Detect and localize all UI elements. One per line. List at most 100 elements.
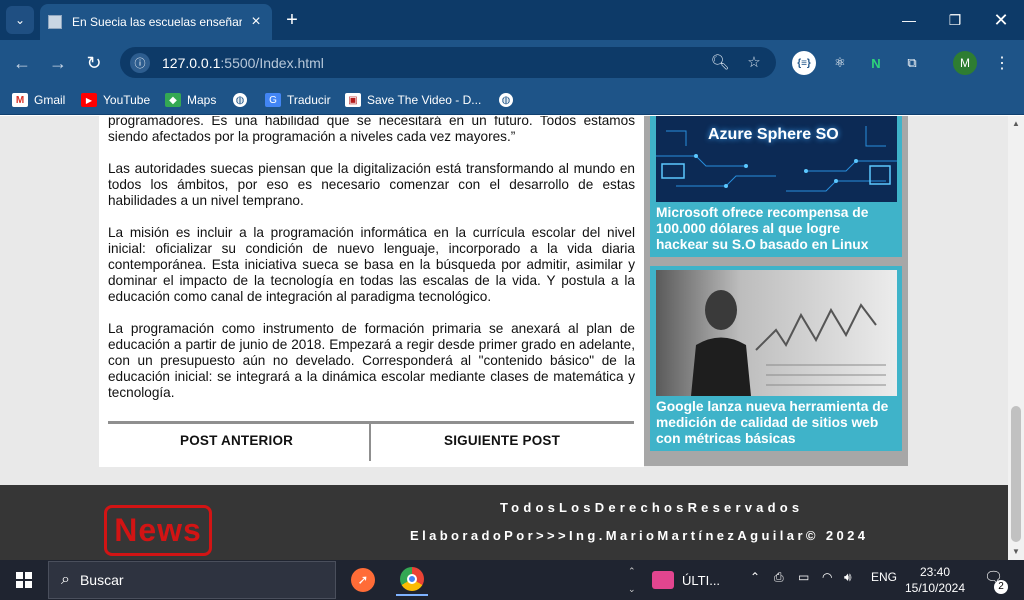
bookmark-traducir[interactable]: G Traducir (265, 91, 331, 109)
extension-n-icon[interactable]: N (864, 51, 888, 75)
new-tab-button[interactable]: + (280, 8, 304, 32)
article-paragraph: programadores. Es una habilidad que se n… (108, 116, 635, 144)
youtube-icon: ▶ (81, 93, 97, 107)
news-logo[interactable]: News (104, 505, 212, 556)
sidebar: Azure Sphere SO Microsoft ofrece recompe… (644, 116, 908, 466)
minimize-button[interactable]: — (886, 0, 932, 40)
clock-time: 23:40 (919, 565, 951, 579)
tab-title: En Suecia las escuelas enseñará (72, 15, 242, 29)
window-close-button[interactable]: ✕ (978, 0, 1024, 40)
active-tab[interactable]: En Suecia las escuelas enseñará × (40, 4, 272, 40)
bookmark-label: Maps (187, 93, 217, 107)
taskbar-app-chrome[interactable] (396, 564, 428, 596)
react-devtools-icon[interactable]: ⚛ (828, 51, 852, 75)
more-menu-icon[interactable]: ⋮ (990, 51, 1014, 75)
windows-logo-icon (25, 581, 32, 588)
page-footer: News TodosLosDerechosReservados Elaborad… (0, 485, 1008, 560)
man-with-chart-image (656, 270, 897, 396)
bookmark-star-icon[interactable]: ☆ (744, 52, 764, 72)
battery-icon[interactable]: ▭ (798, 570, 809, 584)
search-placeholder: Buscar (79, 572, 124, 588)
page-scrollbar[interactable]: ▲ ▼ (1008, 116, 1024, 560)
news-card-title[interactable]: Google lanza nueva herramienta de medici… (656, 396, 896, 451)
scroll-down-arrow-icon[interactable]: ▼ (1008, 544, 1024, 558)
divider (108, 421, 634, 424)
notification-badge: 2 (994, 580, 1008, 594)
globe-icon: ◍ (233, 93, 247, 107)
thumbnail-caption: Azure Sphere SO (708, 126, 839, 143)
page-favicon-icon (48, 15, 62, 29)
profile-avatar[interactable]: M (953, 51, 977, 75)
minimize-icon: — (902, 12, 916, 28)
bookmark-globe-1[interactable]: ◍ (233, 91, 253, 109)
volume-icon[interactable]: 🔊︎ (844, 570, 852, 585)
bookmarks-bar: M Gmail ▶ YouTube ◆ Maps ◍ G Traducir ▣ … (0, 85, 1024, 115)
bookmark-savethevideo[interactable]: ▣ Save The Video - D... (345, 91, 481, 109)
bookmark-label: Save The Video - D... (367, 93, 482, 107)
bookmark-label: Traducir (287, 93, 331, 107)
url-path: :5500/Index.html (220, 54, 324, 71)
author-credit: ElaboradoPor>>>Ing.MarioMartínezAguilar©… (410, 528, 869, 543)
bookmark-maps[interactable]: ◆ Maps (165, 91, 216, 109)
divider (369, 424, 371, 461)
windows-logo-icon (16, 572, 23, 579)
gmail-icon: M (12, 93, 28, 107)
windows-logo-icon (25, 572, 32, 579)
postman-icon: ➚ (351, 568, 375, 592)
news-card-title[interactable]: Microsoft ofrece recompensa de 100.000 d… (656, 202, 896, 257)
restore-button[interactable]: ❐ (932, 0, 978, 40)
reload-icon: ↻ (86, 52, 102, 73)
meet-icon[interactable]: ⎙ (774, 570, 784, 585)
show-hidden-icons-icon[interactable]: ⌃ (750, 570, 760, 584)
logo-text: News (114, 512, 202, 548)
taskbar-app-label: ÚLTI... (682, 572, 721, 588)
taskbar-scroll-icon[interactable]: ⌃ ⌄ (628, 562, 636, 598)
copyright-text: TodosLosDerechosReservados (500, 500, 804, 515)
bookmark-youtube[interactable]: ▶ YouTube (81, 91, 150, 109)
article-paragraph: La programación como instrumento de form… (108, 321, 635, 400)
taskbar-search[interactable]: ⌕ Buscar (48, 561, 336, 599)
savethevideo-icon: ▣ (345, 93, 361, 107)
tab-search-button[interactable]: ⌄ (6, 6, 34, 34)
article-body: programadores. Es una habilidad que se n… (99, 116, 644, 466)
tab-strip: ⌄ En Suecia las escuelas enseñará × + — … (0, 0, 1024, 40)
bookmark-label: YouTube (103, 93, 151, 107)
zoom-icon[interactable]: 🔍︎ (710, 52, 730, 72)
bookmark-label: Gmail (34, 93, 66, 107)
input-language[interactable]: ENG (871, 570, 897, 584)
back-button[interactable]: ← (9, 50, 35, 76)
windows-taskbar: ⌕ Buscar ➚ ⌃ ⌄ ÚLTI... ⌃ ⎙ ▭ ◠ 🔊︎ ENG 23:… (0, 560, 1024, 600)
previous-post-button[interactable]: POST ANTERIOR (180, 433, 293, 448)
next-post-button[interactable]: SIGUIENTE POST (444, 433, 560, 448)
close-icon: ✕ (993, 9, 1009, 30)
news-card[interactable]: Google lanza nueva herramienta de medici… (650, 266, 902, 451)
reload-button[interactable]: ↻ (81, 50, 107, 76)
extensions-puzzle-icon[interactable]: ⧉ (900, 51, 924, 75)
bookmark-globe-2[interactable]: ◍ (499, 91, 519, 109)
post-navigation: POST ANTERIOR SIGUIENTE POST (99, 421, 644, 467)
news-widget-icon (652, 571, 674, 589)
windows-logo-icon (16, 581, 23, 588)
site-info-icon[interactable]: ⓘ (130, 52, 150, 73)
extension-json-icon[interactable]: {≡} (792, 51, 816, 75)
wifi-icon[interactable]: ◠ (822, 570, 832, 584)
bookmark-gmail[interactable]: M Gmail (12, 91, 65, 109)
system-clock[interactable]: 23:40 15/10/2024 (902, 564, 968, 596)
windows-start-button[interactable] (8, 568, 40, 592)
translate-icon: G (265, 93, 281, 107)
taskbar-app-news[interactable]: ÚLTI... (652, 564, 742, 596)
arrow-right-icon: → (49, 52, 67, 73)
toolbar: ← → ↻ ⓘ 127.0.0.1:5500/Index.html 🔍︎ ☆ {… (0, 40, 1024, 85)
taskbar-app-postman[interactable]: ➚ (347, 564, 379, 596)
address-bar[interactable]: ⓘ 127.0.0.1:5500/Index.html 🔍︎ ☆ (120, 47, 776, 78)
close-icon[interactable]: × (248, 13, 264, 31)
search-icon: ⌕ (61, 571, 70, 588)
forward-button[interactable]: → (45, 50, 71, 76)
scroll-up-arrow-icon[interactable]: ▲ (1008, 116, 1024, 130)
url-host: 127.0.0.1 (162, 54, 221, 71)
clock-date: 15/10/2024 (904, 581, 966, 595)
chevron-down-icon: ⌄ (14, 13, 26, 27)
scrollbar-thumb[interactable] (1011, 406, 1021, 542)
chrome-icon (400, 567, 424, 591)
news-card[interactable]: Azure Sphere SO Microsoft ofrece recompe… (650, 116, 902, 257)
